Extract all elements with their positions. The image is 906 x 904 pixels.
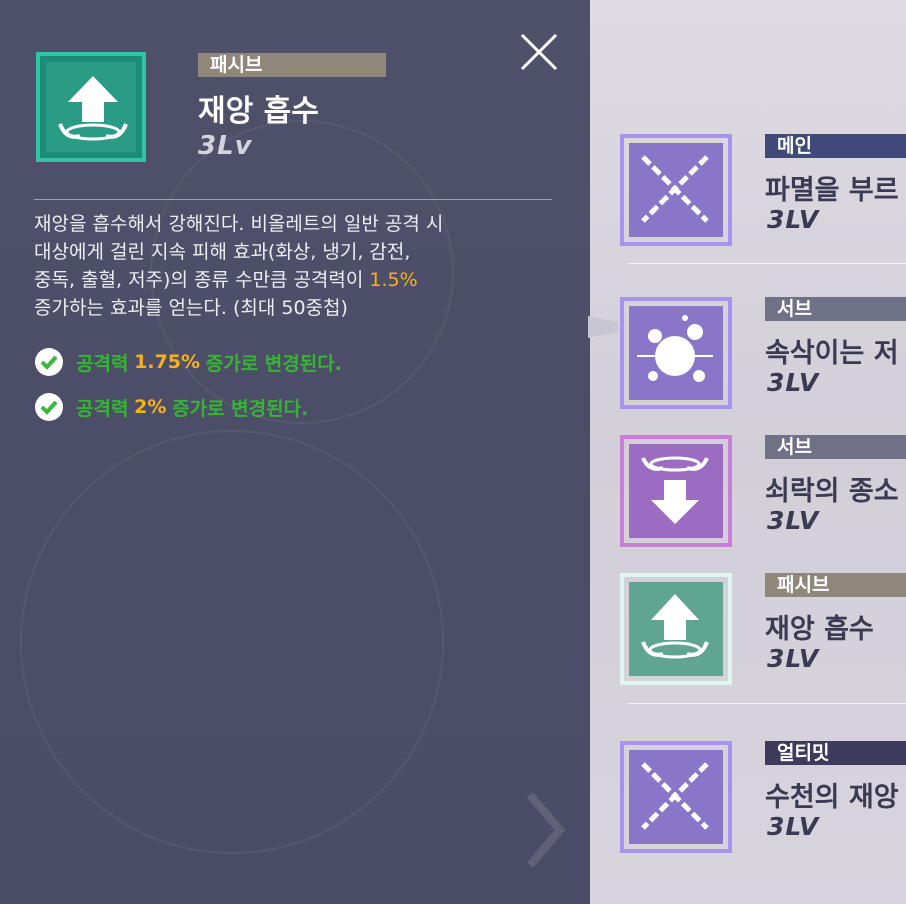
skill-type-badge: 얼티밋 (765, 741, 906, 765)
upgrade-line: 공격력 1.75% 증가로 변경된다. (34, 347, 342, 377)
skill-name: 수천의 재앙 (765, 782, 899, 813)
skill-type-badge: 서브 (765, 435, 906, 459)
skill-slot-ultimate[interactable] (620, 741, 732, 853)
skill-slot-sub-1[interactable] (620, 297, 732, 409)
arrow-up-icon (641, 594, 709, 659)
chevron-right-icon (526, 792, 566, 868)
skill-name: 쇠락의 종소 (765, 476, 899, 507)
divider (627, 703, 906, 704)
skill-name: 재앙 흡수 (198, 94, 319, 129)
skill-description: 재앙을 흡수해서 강해진다. 비올레트의 일반 공격 시 대상에게 걸린 지속 … (34, 213, 444, 319)
skill-level: 3LV (767, 812, 820, 841)
chain-cross-icon (641, 155, 709, 223)
selection-pointer (588, 316, 618, 338)
highlight-value: 1.5% (369, 269, 418, 291)
close-icon (520, 33, 558, 71)
skill-level: 3LV (767, 368, 820, 397)
checkmark-icon (35, 393, 63, 421)
skill-type-badge: 패시브 (198, 53, 386, 77)
skill-level: 3LV (767, 506, 820, 535)
skill-slot-sub-2[interactable] (620, 435, 732, 547)
skill-slot-passive[interactable] (620, 573, 732, 685)
background-art (20, 430, 444, 854)
skill-type-badge: 메인 (765, 134, 906, 158)
close-button[interactable] (517, 30, 561, 74)
arrow-down-icon (641, 456, 709, 524)
divider (34, 199, 552, 200)
skill-level: 3LV (767, 205, 820, 234)
chain-cross-icon (641, 762, 709, 830)
checkmark-icon (35, 348, 63, 376)
skill-type-badge: 패시브 (765, 573, 906, 597)
skill-detail-panel: 패시브 재앙 흡수 3Lv 재앙을 흡수해서 강해진다. 비올레트의 일반 공격… (0, 0, 590, 904)
skill-level: 3LV (767, 644, 820, 673)
skill-name: 속삭이는 저 (765, 338, 899, 369)
skill-name: 재앙 흡수 (765, 614, 874, 645)
upgrade-line: 공격력 2% 증가로 변경된다. (34, 392, 308, 422)
skill-type-badge: 서브 (765, 297, 906, 321)
arrow-up-icon (58, 76, 128, 141)
skill-detail-icon (36, 52, 146, 162)
skill-name: 파멸을 부르 (765, 175, 899, 206)
bubble-burst-icon (637, 315, 713, 382)
divider (627, 263, 906, 264)
skill-slot-main[interactable] (620, 134, 732, 246)
skill-level: 3Lv (198, 131, 253, 161)
